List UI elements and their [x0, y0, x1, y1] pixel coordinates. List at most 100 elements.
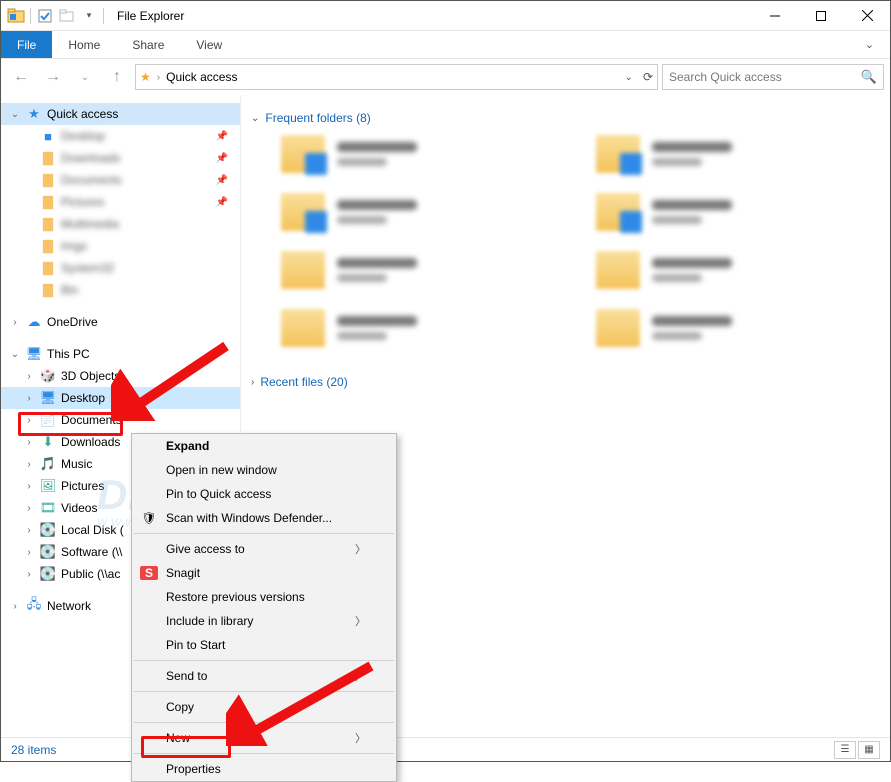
label: Downloads — [61, 435, 120, 449]
chevron-right-icon[interactable]: › — [23, 525, 35, 536]
back-button[interactable]: ← — [7, 63, 35, 91]
view-details-button[interactable]: ☰ — [834, 741, 856, 759]
menu-separator — [134, 660, 394, 661]
chevron-right-icon[interactable]: › — [23, 503, 35, 514]
minimize-button[interactable] — [752, 1, 798, 31]
group-recent-files[interactable]: › Recent files (20) — [251, 375, 880, 389]
network-icon: 🖧 — [25, 595, 43, 617]
qat-new-folder-icon[interactable] — [56, 5, 78, 27]
menu-item-give-access-to[interactable]: Give access to〉 — [132, 537, 396, 561]
chevron-right-icon[interactable]: › — [9, 601, 21, 612]
up-button[interactable]: ↑ — [103, 63, 131, 91]
tab-home[interactable]: Home — [52, 31, 116, 58]
label: Videos — [61, 501, 97, 515]
folder-item[interactable] — [596, 193, 881, 231]
menu-item-properties[interactable]: Properties — [132, 757, 396, 781]
quick-access-item[interactable]: ▇Documents📌 — [1, 169, 240, 191]
search-box[interactable]: Search Quick access 🔍 — [662, 64, 884, 90]
chevron-right-icon[interactable]: › — [23, 393, 35, 404]
menu-item-label: Scan with Windows Defender... — [166, 511, 332, 525]
tab-view[interactable]: View — [180, 31, 238, 58]
quick-access-item[interactable]: ■Desktop📌 — [1, 125, 240, 147]
chevron-right-icon[interactable]: › — [23, 415, 35, 426]
navigation-row: ← → ⌄ ↑ ★ › Quick access ⌄ ⟳ Search Quic… — [1, 59, 890, 95]
submenu-arrow-icon: 〉 — [355, 613, 366, 629]
sidebar-this-pc[interactable]: ⌄ 🖥 This PC — [1, 343, 240, 365]
chevron-right-icon[interactable]: › — [23, 569, 35, 580]
ribbon-expand-icon[interactable]: ⌄ — [849, 31, 890, 58]
chevron-right-icon[interactable]: › — [23, 437, 35, 448]
menu-item-restore-previous-versions[interactable]: Restore previous versions — [132, 585, 396, 609]
qat-dropdown-icon[interactable]: ▾ — [78, 5, 100, 27]
menu-item-new[interactable]: New〉 — [132, 726, 396, 750]
label: Quick access — [47, 107, 118, 121]
file-menu-button[interactable]: File — [1, 31, 52, 58]
recent-locations-button[interactable]: ⌄ — [71, 63, 99, 91]
chevron-down-icon[interactable]: ⌄ — [9, 349, 21, 360]
quick-access-item[interactable]: ▇Downloads📌 — [1, 147, 240, 169]
folder-item[interactable] — [596, 251, 881, 289]
menu-item-copy[interactable]: Copy — [132, 695, 396, 719]
menu-item-label: Open in new window — [166, 463, 277, 477]
quick-access-item[interactable]: ▇Pictures📌 — [1, 191, 240, 213]
menu-item-label: Snagit — [166, 566, 200, 580]
menu-item-label: Properties — [166, 762, 221, 776]
address-dropdown-icon[interactable]: ⌄ — [625, 72, 633, 83]
close-button[interactable] — [844, 1, 890, 31]
breadcrumb[interactable]: Quick access — [166, 70, 618, 84]
folder-item[interactable] — [281, 193, 566, 231]
label: Pictures — [61, 479, 104, 493]
sidebar-item-desktop[interactable]: ›🖥Desktop — [1, 387, 240, 409]
chevron-right-icon[interactable]: › — [23, 481, 35, 492]
menu-item-open-in-new-window[interactable]: Open in new window — [132, 458, 396, 482]
menu-item-expand[interactable]: Expand — [132, 434, 396, 458]
sidebar-quick-access[interactable]: ⌄ ★ Quick access — [1, 103, 240, 125]
quick-access-star-icon: ★ — [140, 70, 151, 84]
label: 3D Objects — [61, 369, 120, 383]
sidebar-item-documents[interactable]: ›📄Documents — [1, 409, 240, 431]
quick-access-item[interactable]: ▇Multimedia — [1, 213, 240, 235]
folder-item[interactable] — [281, 309, 566, 347]
menu-item-label: New — [166, 731, 190, 745]
folder-item[interactable] — [596, 135, 881, 173]
label: Network — [47, 599, 91, 613]
menu-item-pin-to-start[interactable]: Pin to Start — [132, 633, 396, 657]
snagit-icon: S — [140, 566, 158, 580]
maximize-button[interactable] — [798, 1, 844, 31]
quick-access-item[interactable]: ▇Imgs — [1, 235, 240, 257]
quick-access-item[interactable]: ▇System32 — [1, 257, 240, 279]
ribbon-tabs: File Home Share View ⌄ — [1, 31, 890, 59]
sidebar-onedrive[interactable]: › ☁ OneDrive — [1, 311, 240, 333]
pin-icon: 📌 — [216, 131, 228, 142]
menu-item-scan-with-windows-defender-[interactable]: 🛡Scan with Windows Defender... — [132, 506, 396, 530]
group-label: Frequent folders (8) — [265, 111, 370, 125]
menu-item-include-in-library[interactable]: Include in library〉 — [132, 609, 396, 633]
sidebar-item-3d-objects[interactable]: ›🎲3D Objects — [1, 365, 240, 387]
folder-item[interactable] — [281, 135, 566, 173]
refresh-button[interactable]: ⟳ — [643, 70, 653, 84]
chevron-down-icon[interactable]: ⌄ — [9, 109, 21, 120]
chevron-right-icon[interactable]: › — [23, 371, 35, 382]
tab-share[interactable]: Share — [116, 31, 180, 58]
context-menu: Expand Open in new window Pin to Quick acc… — [131, 433, 397, 782]
frequent-folders-grid — [251, 135, 880, 347]
folder-item[interactable] — [596, 309, 881, 347]
address-bar[interactable]: ★ › Quick access ⌄ ⟳ — [135, 64, 658, 90]
qat-checkbox-icon[interactable] — [34, 5, 56, 27]
menu-item-send-to[interactable]: Send to〉 — [132, 664, 396, 688]
window-title: File Explorer — [111, 9, 184, 23]
menu-item-pin-to-quick-access[interactable]: Pin to Quick access — [132, 482, 396, 506]
folder-item[interactable] — [281, 251, 566, 289]
view-icons-button[interactable]: ▦ — [858, 741, 880, 759]
music-icon: 🎵 — [39, 456, 57, 472]
quick-access-item[interactable]: ▇Bin — [1, 279, 240, 301]
chevron-right-icon[interactable]: › — [23, 547, 35, 558]
menu-item-snagit[interactable]: S Snagit — [132, 561, 396, 585]
monitor-icon: 🖥 — [39, 390, 57, 406]
chevron-right-icon[interactable]: › — [9, 317, 21, 328]
submenu-arrow-icon: 〉 — [355, 541, 366, 557]
group-frequent-folders[interactable]: ⌄ Frequent folders (8) — [251, 111, 880, 125]
chevron-right-icon[interactable]: › — [23, 459, 35, 470]
chevron-right-icon: › — [251, 377, 254, 388]
forward-button[interactable]: → — [39, 63, 67, 91]
